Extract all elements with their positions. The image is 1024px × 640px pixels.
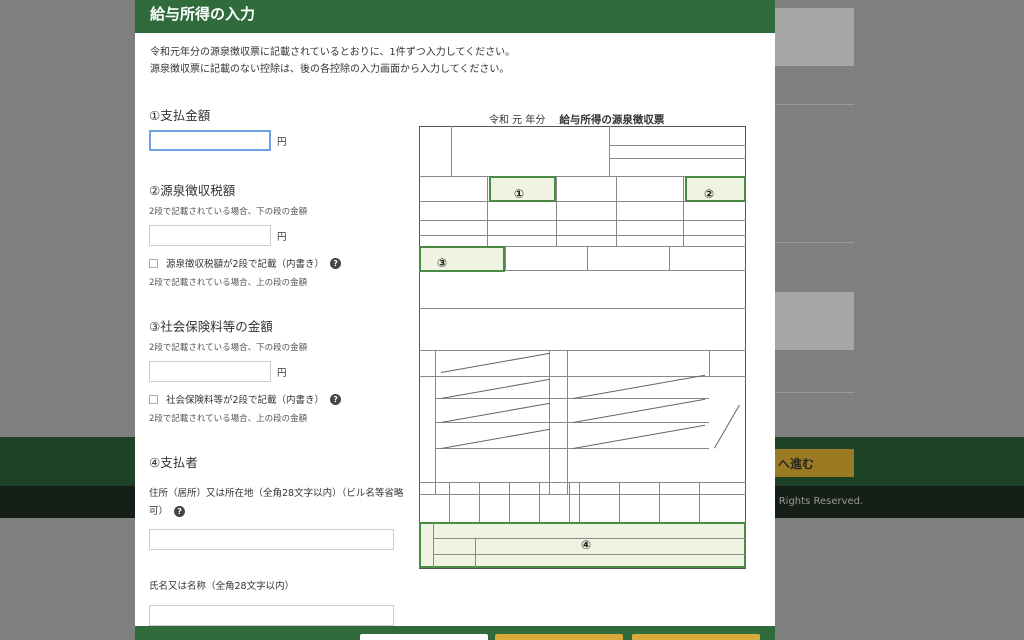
- withholding-slip-figure: 令和 元 年分 給与所得の源泉徴収票 ① ② ③ ④: [419, 108, 748, 570]
- withholding-cell-highlight: [685, 176, 746, 202]
- withholding-two-tier-checkbox[interactable]: [149, 258, 158, 268]
- slip-rule: [699, 482, 700, 522]
- yen-unit: 円: [277, 231, 287, 243]
- bg-dotted-divider: [775, 188, 854, 189]
- slip-rule: [433, 522, 434, 568]
- salary-income-modal: 給与所得の入力 令和元年分の源泉徴収票に記載されているとおりに、1件ずつ入力して…: [135, 0, 775, 640]
- payer-title: ④支払者: [149, 455, 198, 470]
- bg-divider: [775, 392, 854, 393]
- slip-rule: [579, 482, 580, 522]
- footer-button-back[interactable]: [360, 634, 488, 640]
- slip-rule: [616, 176, 617, 246]
- slip-rule: [619, 482, 620, 522]
- slip-rule: [449, 482, 450, 522]
- payer-address-label: 住所（居所）又は所在地（全角28文字以内）（ビル名等省略可）?: [149, 485, 407, 521]
- slip-rule: [419, 235, 746, 236]
- slip-rule: [539, 482, 540, 522]
- withholding-two-tier-label[interactable]: 源泉徴収税額が2段で記載（内書き）: [166, 256, 324, 270]
- slip-rule: [659, 482, 660, 522]
- slip-rule: [419, 494, 746, 495]
- withholding-amount-input[interactable]: [149, 225, 271, 246]
- slip-rule: [433, 554, 746, 555]
- social-insurance-two-tier-checkbox[interactable]: [149, 394, 158, 404]
- slip-rule: [609, 158, 746, 159]
- payer-address-label-text: 住所（居所）又は所在地（全角28文字以内）（ビル名等省略可）: [149, 488, 404, 517]
- slip-rule: [487, 176, 488, 246]
- social-insurance-two-tier-label[interactable]: 社会保険料等が2段で記載（内書き）: [166, 392, 324, 406]
- slip-rule: [419, 482, 746, 483]
- bg-panel: [775, 8, 854, 66]
- marker-2: ②: [704, 187, 715, 201]
- payer-name-input[interactable]: [149, 605, 394, 626]
- help-icon[interactable]: ?: [174, 506, 186, 517]
- help-icon[interactable]: ?: [330, 393, 342, 405]
- footer-button-next[interactable]: [632, 634, 760, 640]
- yen-unit: 円: [277, 367, 287, 379]
- withholding-upper-note: 2段で記載されている場合、上の段の金額: [149, 278, 308, 288]
- slip-rule: [669, 246, 670, 270]
- help-icon[interactable]: ?: [330, 257, 342, 269]
- slip-rule: [419, 308, 746, 309]
- payer-name-label: 氏名又は名称（全角28文字以内）: [149, 581, 295, 592]
- slip-rule: [435, 448, 709, 449]
- slip-rule: [609, 126, 610, 176]
- bg-panel: [775, 292, 854, 350]
- slip-rule: [475, 538, 476, 568]
- intro-line: 令和元年分の源泉徴収票に記載されているとおりに、1件ずつ入力してください。: [150, 47, 516, 58]
- slip-rule: [556, 176, 557, 246]
- slip-title: 令和 元 年分 給与所得の源泉徴収票: [489, 111, 664, 127]
- modal-intro: 令和元年分の源泉徴収票に記載されているとおりに、1件ずつ入力してください。 源泉…: [150, 44, 515, 78]
- slip-rule: [419, 350, 746, 351]
- slip-rule: [435, 398, 709, 399]
- social-insurance-amount-input[interactable]: [149, 361, 271, 382]
- slip-rule: [683, 176, 684, 246]
- slip-rule: [505, 246, 506, 270]
- intro-line: 源泉徴収票に記載のない控除は、後の各控除の入力画面から入力してください。: [150, 64, 510, 75]
- slip-rule: [419, 220, 746, 221]
- withholding-title: ②源泉徴収税額: [149, 183, 236, 198]
- slip-rule: [479, 482, 480, 522]
- social-insurance-upper-note: 2段で記載されている場合、上の段の金額: [149, 414, 308, 424]
- marker-4: ④: [581, 538, 592, 552]
- slip-name: 給与所得の源泉徴収票: [559, 114, 665, 126]
- social-insurance-lower-note: 2段で記載されている場合、下の段の金額: [149, 343, 308, 353]
- slip-rule: [709, 350, 710, 376]
- slip-rule: [509, 482, 510, 522]
- withholding-lower-note: 2段で記載されている場合、下の段の金額: [149, 207, 308, 217]
- slip-era: 令和 元 年分: [489, 115, 546, 126]
- slip-rule: [435, 422, 709, 423]
- footer-button-mid[interactable]: [495, 634, 623, 640]
- payment-amount-input[interactable]: [149, 130, 271, 151]
- copyright-text: ll Rights Reserved.: [770, 496, 864, 507]
- income-form: ①支払金額 円 ②源泉徴収税額 2段で記載されている場合、下の段の金額 円 源泉…: [149, 105, 403, 626]
- modal-title: 給与所得の入力: [135, 0, 775, 33]
- slip-rule: [569, 482, 570, 522]
- slip-rule: [609, 145, 746, 146]
- yen-unit: 円: [277, 136, 287, 148]
- marker-1: ①: [514, 187, 525, 201]
- social-insurance-cell-highlight: [419, 246, 505, 272]
- bg-divider: [775, 242, 854, 243]
- payer-address-input[interactable]: [149, 529, 394, 550]
- slip-rule: [451, 126, 452, 176]
- social-insurance-title: ③社会保険料等の金額: [149, 319, 273, 334]
- slip-rule: [587, 246, 588, 270]
- marker-3: ③: [437, 256, 448, 270]
- payment-title: ①支払金額: [149, 108, 211, 123]
- bg-divider: [775, 104, 854, 105]
